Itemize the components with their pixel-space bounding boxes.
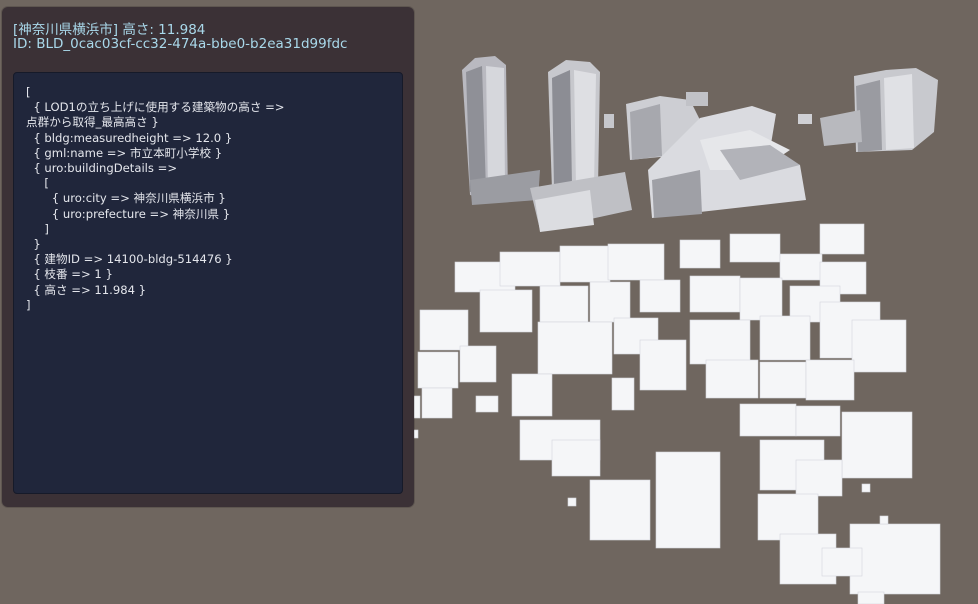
attribute-line: { 高さ => 11.984 }: [26, 282, 147, 297]
attribute-panel: [神奈川県横浜市] 高さ: 11.984 ID: BLD_0cac03cf-cc…: [2, 7, 414, 507]
attribute-line: { uro:city => 神奈川県横浜市 }: [26, 191, 226, 206]
attribute-line: { gml:name => 市立本町小学校 }: [26, 145, 223, 160]
attribute-line: { uro:prefecture => 神奈川県 }: [26, 206, 231, 221]
attribute-list-box[interactable]: [ { LOD1の立ち上げに使用する建築物の高さ => 点群から取得_最高高さ }…: [13, 72, 403, 494]
attribute-line: [: [26, 176, 49, 191]
attribute-list: [ { LOD1の立ち上げに使用する建築物の高さ => 点群から取得_最高高さ }…: [26, 85, 285, 313]
attribute-line: { uro:buildingDetails =>: [26, 161, 178, 176]
attribute-line: ]: [26, 297, 31, 312]
attribute-line: 点群から取得_最高高さ }: [26, 115, 159, 130]
attribute-line: { bldg:measuredheight => 12.0 }: [26, 130, 233, 145]
building-id-label: ID: BLD_0cac03cf-cc32-474a-bbe0-b2ea31d9…: [13, 36, 348, 52]
panel-title: [神奈川県横浜市] 高さ: 11.984: [13, 22, 206, 38]
attribute-line: { 建物ID => 14100-bldg-514476 }: [26, 252, 233, 267]
attribute-line: }: [26, 237, 41, 252]
attribute-line: [: [26, 85, 31, 99]
attribute-line: { 枝番 => 1 }: [26, 267, 113, 282]
attribute-line: ]: [26, 221, 49, 236]
attribute-line: { LOD1の立ち上げに使用する建築物の高さ =>: [26, 100, 285, 115]
